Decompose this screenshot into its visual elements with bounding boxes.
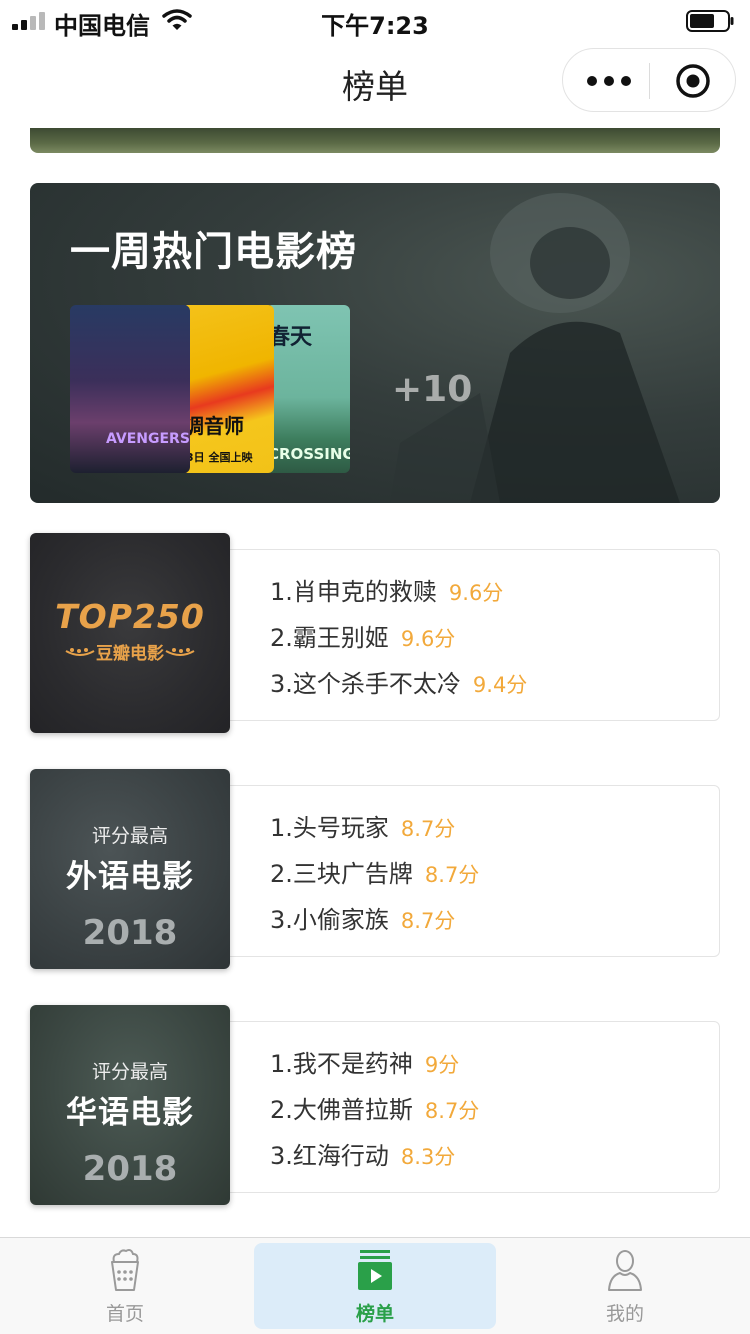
cover-year: 2018 bbox=[82, 913, 178, 953]
list-item[interactable]: 1.我不是药神 9分 bbox=[270, 1044, 459, 1079]
tab-label: 榜单 bbox=[355, 1303, 394, 1325]
top250-subtitle: 豆瓣电影 bbox=[96, 644, 164, 664]
clock: 下午7:23 bbox=[321, 12, 429, 40]
poster-subtitle: 3日 全国上映 bbox=[186, 451, 253, 464]
list-item[interactable]: 2.霸王别姬 9.6分 bbox=[270, 618, 455, 653]
list-item[interactable]: 2.大佛普拉斯 8.7分 bbox=[270, 1090, 479, 1125]
weekly-title: 一周热门电影榜 bbox=[70, 229, 357, 275]
status-bar: 中国电信 下午7:23 bbox=[0, 0, 750, 40]
rank-cover: TOP250 豆瓣电影 bbox=[30, 533, 230, 733]
popcorn-icon bbox=[111, 1249, 139, 1291]
poster-piano-tuner: 调音师 3日 全国上映 bbox=[182, 305, 274, 473]
poster-stack: AVENGERS 调音师 3日 全国上映 春天 CROSSING bbox=[70, 305, 350, 473]
poster-title: AVENGERS bbox=[106, 431, 190, 447]
person-icon bbox=[608, 1250, 642, 1291]
poster-crossing: 春天 CROSSING bbox=[266, 305, 350, 473]
more-count: +10 bbox=[392, 369, 473, 410]
list-item[interactable]: 2.三块广告牌 8.7分 bbox=[270, 854, 479, 889]
cover-title: 华语电影 bbox=[66, 1095, 194, 1131]
tab-label: 我的 bbox=[605, 1303, 644, 1325]
previous-card-edge[interactable] bbox=[30, 128, 720, 153]
tab-mine[interactable]: 我的 bbox=[504, 1238, 746, 1334]
list-item[interactable]: 1.头号玩家 8.7分 bbox=[270, 808, 455, 843]
close-target-icon[interactable] bbox=[675, 63, 711, 99]
poster-avengers: AVENGERS bbox=[70, 305, 190, 473]
list-item[interactable]: 3.小偷家族 8.7分 bbox=[270, 900, 455, 935]
nav-bar: 榜单 bbox=[0, 40, 750, 128]
rank-cover: 评分最高 外语电影 2018 bbox=[30, 769, 230, 969]
list-item[interactable]: 3.红海行动 8.3分 bbox=[270, 1136, 455, 1171]
laurel-right-icon bbox=[165, 648, 195, 656]
capsule-divider bbox=[649, 63, 650, 99]
cover-small-label: 评分最高 bbox=[91, 825, 168, 847]
cover-title: 外语电影 bbox=[66, 859, 194, 895]
mini-program-capsule bbox=[562, 48, 736, 112]
tab-home[interactable]: 首页 bbox=[4, 1238, 246, 1334]
more-dots-icon[interactable] bbox=[585, 67, 633, 95]
list-item[interactable]: 3.这个杀手不太冷 9.4分 bbox=[270, 664, 527, 699]
tab-label: 首页 bbox=[105, 1303, 144, 1325]
backdrop-art bbox=[390, 193, 680, 503]
top250-logo: TOP250 bbox=[55, 597, 205, 636]
list-item[interactable]: 1.肖申克的救赎 9.6分 bbox=[270, 572, 503, 607]
rank-card-foreign[interactable]: 评分最高 外语电影 2018 1.头号玩家 8.7分 2.三块广告牌 8.7分 3.… bbox=[30, 769, 720, 969]
rank-list: 1.肖申克的救赎 9.6分 2.霸王别姬 9.6分 3.这个杀手不太冷 9.4分 bbox=[230, 549, 720, 721]
chart-play-icon bbox=[358, 1250, 392, 1290]
tab-rank[interactable]: 榜单 bbox=[254, 1238, 496, 1334]
rank-list: 1.我不是药神 9分 2.大佛普拉斯 8.7分 3.红海行动 8.3分 bbox=[230, 1021, 720, 1193]
rank-list: 1.头号玩家 8.7分 2.三块广告牌 8.7分 3.小偷家族 8.7分 bbox=[230, 785, 720, 957]
poster-subtitle: CROSSING bbox=[268, 445, 350, 463]
rank-card-top250[interactable]: TOP250 豆瓣电影 1.肖申克的救赎 9.6分 2.霸王别姬 9.6分 3.这个… bbox=[30, 533, 720, 733]
cover-small-label: 评分最高 bbox=[91, 1061, 168, 1083]
rank-card-chinese[interactable]: 评分最高 华语电影 2018 1.我不是药神 9分 2.大佛普拉斯 8.7分 3.红… bbox=[30, 1005, 720, 1205]
poster-title: 调音师 bbox=[184, 414, 244, 438]
tab-bar: 首页 榜单 我的 bbox=[0, 1237, 750, 1334]
poster-title: 春天 bbox=[268, 325, 313, 350]
weekly-hot-card[interactable]: 一周热门电影榜 AVENGERS 调音师 3日 全国上映 春天 CROSSING… bbox=[30, 183, 720, 503]
rank-cover: 评分最高 华语电影 2018 bbox=[30, 1005, 230, 1205]
cover-year: 2018 bbox=[82, 1149, 178, 1189]
battery-icon bbox=[686, 10, 734, 32]
